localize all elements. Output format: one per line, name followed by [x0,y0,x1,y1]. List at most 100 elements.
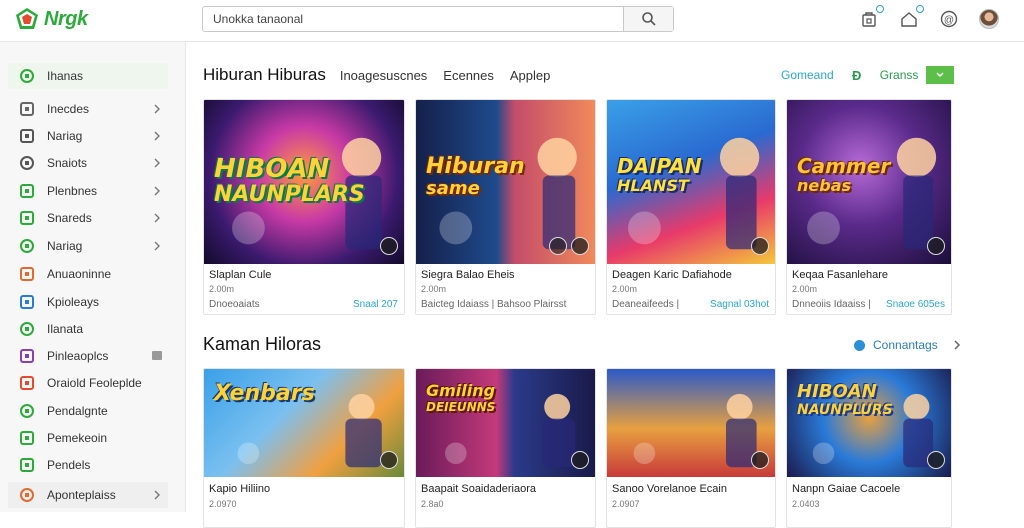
card-icon [18,183,36,199]
sidebar-item-3[interactable]: Nariag [8,123,168,149]
sidebar-item-9[interactable]: Kpioleays [8,289,168,315]
game-thumbnail[interactable]: Hiburan same [416,100,595,264]
dollar-icon [18,210,36,226]
sidebar-item-5[interactable]: Plenbnes [8,178,168,204]
notification-dot [876,5,884,13]
sidebar-item-label: Plenbnes [47,184,98,198]
sidebar-item-8[interactable]: Anuaoninne [8,261,168,287]
folder-icon [18,101,36,117]
game-card[interactable]: Gmiling DEIEUNNS Baapait Soaidaderiaora 2.8… [415,368,596,528]
game-size: 2.00m [612,284,638,294]
sidebar-item-2[interactable]: Inecdes [8,96,168,122]
game-art-title: HIBOAN [214,154,330,184]
section1-label[interactable]: Granss [880,68,919,82]
sidebar-item-11[interactable]: Pinleaoplcs [8,343,168,369]
game-title: Baapait Soaidaderiaora [421,483,536,495]
game-art [633,393,757,468]
house-icon [901,12,917,27]
game-price[interactable]: Sagnal 03hot [710,299,769,310]
box-icon [18,457,36,473]
sidebar-item-label: Snaiots [47,156,88,170]
game-size: 2.00m [209,284,235,294]
help-button[interactable]: @ [936,8,962,30]
share-icon[interactable] [380,237,398,255]
game-price[interactable]: Snaoe 605es [886,299,945,310]
play-icon[interactable] [549,237,567,255]
share-icon[interactable] [751,451,769,469]
section2-actions: Connantags [854,338,962,352]
game-size: 2.0907 [612,499,640,509]
game-size: 2.0970 [209,499,237,509]
sidebar-item-15[interactable]: Pendels [8,452,168,478]
game-art-title: DEIEUNNS [426,400,496,414]
sidebar-item-label: Nariag [47,129,83,143]
share-icon[interactable] [571,451,589,469]
game-card[interactable]: Sanoo Vorelanoe Ecain 2.0907 [606,368,776,528]
game-meta: Dnoeoaiats [209,299,260,310]
tab-1[interactable]: Inoagesuscnes [340,68,427,83]
dropdown-button[interactable] [926,66,955,84]
tab-3[interactable]: Applep [510,68,550,83]
sidebar-item-label: Pendalgnte [47,404,108,418]
game-meta: Dnneoiis Idaaiss | [792,299,871,310]
share-icon[interactable] [927,451,945,469]
sidebar-item-label: Pendels [47,458,91,472]
game-art-title: nebas [797,176,852,195]
brand-logo[interactable]: Nrgk [14,6,88,32]
game-art-title: Hiburan [426,154,525,179]
list-icon [18,128,36,144]
chevron-right-icon [150,102,164,116]
sidebar-item-10[interactable]: Ilanata [8,316,168,342]
game-thumbnail[interactable]: DAIPAN HLANST [607,100,775,264]
d-icon: Ɖ [852,68,861,82]
game-art-title: Gmiling [426,381,496,400]
game-thumbnail[interactable]: HIBOAN NAUNPLARS [204,100,404,264]
svg-text:@: @ [944,15,954,26]
game-thumbnail[interactable]: Xenbars [204,369,404,477]
share-icon[interactable] [380,451,398,469]
chevron-right-icon[interactable] [952,339,962,351]
search-input[interactable] [203,7,625,31]
share-icon[interactable] [751,237,769,255]
profile-button[interactable] [976,8,1002,30]
sidebar-item-16[interactable]: Aponteplaiss [8,482,168,508]
sidebar-item-12[interactable]: Oraiold Feoleplde [8,370,168,396]
game-meta: Baicteg Idaiass | Bahsoo Plairsst [421,299,567,310]
game-thumbnail[interactable] [607,369,775,477]
section2-title: Kaman Hiloras [203,334,322,354]
section1-title: Hiburan Hiburas [203,65,326,84]
home-button[interactable] [896,5,924,30]
sidebar-item-6[interactable]: Snareds [8,205,168,231]
sidebar-item-7[interactable]: Nariag [8,233,168,259]
section1-link[interactable]: Gomeand [781,68,834,82]
section1-header: Hiburan Hiburas Inoagesuscnes Ecennes Ap… [203,65,566,89]
cart-button[interactable] [856,5,884,30]
top-bar: Nrgk @ [0,0,1024,42]
game-card[interactable]: Cammer nebas Keqaa Fasanlehare 2.00m Dnneoii… [786,99,952,315]
section2-link[interactable]: Connantags [873,338,938,352]
game-card[interactable]: DAIPAN HLANST Deagen Karic Dafiahode 2.00m D… [606,99,776,315]
badge-icon [152,351,162,360]
game-size: 2.00m [421,284,447,294]
chevron-right-icon [150,488,164,502]
bag-icon [18,430,36,446]
game-card[interactable]: Hiburan same Siegra Balao Eheis 2.00m Baicte… [415,99,596,315]
sidebar-item-label: Aponteplaiss [47,488,116,502]
share-icon[interactable] [571,237,589,255]
share-icon[interactable] [927,237,945,255]
heart-icon [18,375,36,391]
sidebar-item-14[interactable]: Pemekeoin [8,425,168,451]
game-thumbnail[interactable]: Gmiling DEIEUNNS [416,369,595,477]
sidebar-item-label: Nariag [47,239,83,253]
game-price[interactable]: Snaal 207 [353,299,398,310]
tab-2[interactable]: Ecennes [443,68,494,83]
sidebar-item-13[interactable]: Pendalgnte [8,398,168,424]
game-card[interactable]: Xenbars Kapio Hiliino 2.0970 [203,368,405,528]
sidebar-item-4[interactable]: Snaiots [8,150,168,176]
chevron-right-icon [150,156,164,170]
game-card[interactable]: HIBOAN NAUNPLARS Slaplan Cule 2.00m Dnoeoaia… [203,99,405,315]
game-card[interactable]: HIBOAN NAUNPLURS Nanpn Gaiae Cacoele 2.0403 [786,368,952,528]
search-button[interactable] [623,7,673,31]
game-thumbnail[interactable]: Cammer nebas [787,100,951,264]
sidebar-item-1[interactable]: Ihanas [8,63,168,89]
